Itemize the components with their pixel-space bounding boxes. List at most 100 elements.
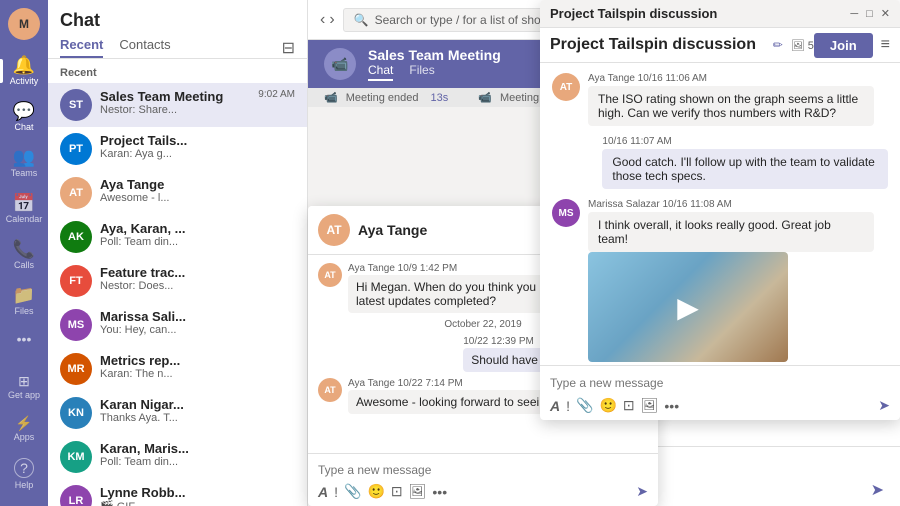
chat-list-item[interactable]: FT Feature trac... Nestor: Does... (48, 259, 307, 303)
ts-msg-meta-3: Marissa Salazar 10/16 11:08 AM (588, 199, 874, 210)
sidebar-bottom: ⊞ Get app ⚡ Apps ? Help (0, 366, 48, 506)
ts-emoji-btn[interactable]: 🙂 (599, 397, 616, 414)
tailspin-action-row: Project Tailspin discussion ✏ 🖼 5 Join ≡ (540, 28, 900, 63)
sidebar-item-label: Calendar (6, 214, 43, 224)
tailspin-chat-title: Project Tailspin discussion (550, 36, 765, 54)
more-icon: ••• (17, 332, 32, 346)
sidebar: M 🔔 Activity 💬 Chat 👥 Teams 📅 Calendar 📞… (0, 0, 48, 506)
camera-icon-2: 📹 (478, 91, 492, 104)
activity-icon: 🔔 (13, 56, 35, 74)
tailspin-minimize-button[interactable]: ─ (850, 8, 858, 20)
ts-bubble-1: The ISO rating shown on the graph seems … (588, 86, 874, 126)
sidebar-item-label: Apps (14, 432, 35, 442)
ts-msg-meta-1: Aya Tange 10/16 11:06 AM (588, 73, 874, 84)
ts-format-btn[interactable]: A (550, 398, 560, 414)
user-avatar[interactable]: M (8, 8, 40, 40)
ts-gif-btn[interactable]: ⊡ (623, 397, 635, 414)
tailspin-maximize-button[interactable]: □ (866, 8, 873, 20)
tab-contacts[interactable]: Contacts (119, 37, 170, 58)
mini-more-btn[interactable]: ••• (432, 484, 447, 500)
sidebar-item-help[interactable]: ? Help (0, 450, 48, 498)
edit-icon[interactable]: ✏ (773, 38, 783, 52)
mini-msg-avatar-1: AT (318, 263, 342, 287)
sidebar-item-teams[interactable]: 👥 Teams (0, 140, 48, 186)
meeting-ended-1: 📹 Meeting ended 13s (324, 91, 448, 104)
filter-icon[interactable]: ⊟ (282, 38, 295, 58)
tailspin-compose-input[interactable] (550, 372, 890, 394)
tailspin-menu-button[interactable]: ≡ (881, 36, 890, 54)
ts-msg-3: MS Marissa Salazar 10/16 11:08 AM I thin… (552, 199, 888, 362)
ts-image-attachment: ▶ (588, 252, 788, 362)
teams-icon: 👥 (13, 148, 35, 166)
ts-exclaim-btn[interactable]: ! (566, 398, 570, 414)
aya-avatar: AT (318, 214, 350, 246)
chat-list-item[interactable]: ST Sales Team Meeting Nestor: Share... 9… (48, 83, 307, 127)
mini-sticker-btn[interactable]: 🖼 (409, 483, 427, 500)
tailspin-compose: A ! 📎 🙂 ⊡ 🖼 ••• ➤ (540, 365, 900, 420)
ended-text-1: Meeting ended (346, 92, 419, 104)
sidebar-item-getapp[interactable]: ⊞ Get app (0, 366, 48, 408)
sidebar-item-calendar[interactable]: 📅 Calendar (0, 186, 48, 232)
back-button[interactable]: ‹ (320, 11, 325, 29)
sidebar-item-activity[interactable]: 🔔 Activity (0, 48, 48, 94)
chat-list-item[interactable]: AT Aya Tange Awesome - l... (48, 171, 307, 215)
ts-msg-meta-2: 10/16 11:07 AM (602, 136, 888, 147)
sidebar-item-chat[interactable]: 💬 Chat (0, 94, 48, 140)
mini-gif-btn[interactable]: ⊡ (391, 483, 403, 500)
help-icon: ? (14, 458, 34, 478)
sidebar-item-more[interactable]: ••• (0, 324, 48, 354)
sidebar-item-apps[interactable]: ⚡ Apps (0, 408, 48, 450)
ts-more-btn[interactable]: ••• (664, 398, 679, 414)
ts-msg-1: AT Aya Tange 10/16 11:06 AM The ISO rati… (552, 73, 888, 126)
ts-bubble-3: I think overall, it looks really good. G… (588, 212, 874, 252)
send-button[interactable]: ➤ (871, 480, 884, 500)
sidebar-item-calls[interactable]: 📞 Calls (0, 232, 48, 278)
mini-exclaim-btn[interactable]: ! (334, 484, 338, 500)
sidebar-item-label: Teams (11, 168, 38, 178)
chat-list-item[interactable]: PT Project Tails... Karan: Aya g... (48, 127, 307, 171)
ts-msg-content-3: Marissa Salazar 10/16 11:08 AM I think o… (588, 199, 874, 362)
topbar-nav: ‹ › (320, 11, 335, 29)
files-icon: 📁 (13, 286, 35, 304)
tailspin-body: AT Aya Tange 10/16 11:06 AM The ISO rati… (540, 63, 900, 365)
ts-send-button[interactable]: ➤ (878, 397, 890, 414)
search-icon: 🔍 (354, 13, 369, 27)
tab-recent[interactable]: Recent (60, 37, 103, 58)
tailspin-window: Project Tailspin discussion ─ □ ✕ Projec… (540, 0, 900, 420)
chat-list-item[interactable]: LR Lynne Robb... 🎬 GIF (48, 479, 307, 506)
mini-format-btn[interactable]: A (318, 484, 328, 500)
aya-compose-input[interactable] (318, 460, 648, 480)
chat-tabs: Recent Contacts ⊟ (60, 37, 295, 58)
recent-section-label: Recent (48, 59, 307, 83)
chat-list-item[interactable]: AK Aya, Karan, ... Poll: Team din... (48, 215, 307, 259)
chat-list-item[interactable]: MS Marissa Sali... You: Hey, can... (48, 303, 307, 347)
sidebar-item-files[interactable]: 📁 Files (0, 278, 48, 324)
chat-list-item[interactable]: KN Karan Nigar... Thanks Aya. T... (48, 391, 307, 435)
meeting-tab-files[interactable]: Files (409, 63, 434, 81)
chat-panel: Chat Recent Contacts ⊟ Recent ST Sales T… (48, 0, 308, 506)
apps-icon: ⚡ (15, 416, 32, 430)
sidebar-item-label: Help (15, 480, 34, 490)
ts-attach-btn[interactable]: 📎 (576, 397, 593, 414)
ts-msg-content-2: 10/16 11:07 AM Good catch. I'll follow u… (602, 136, 888, 189)
calendar-icon: 📅 (13, 194, 35, 212)
chat-icon: 💬 (13, 102, 35, 120)
camera-icon: 📹 (324, 91, 338, 104)
ts-avatar-3: MS (552, 199, 580, 227)
meeting-tab-chat[interactable]: Chat (368, 63, 393, 81)
join-button[interactable]: Join (814, 33, 873, 58)
forward-button[interactable]: › (329, 11, 334, 29)
ended-time-1: 13s (430, 92, 448, 104)
chat-list-item[interactable]: KM Karan, Maris... Poll: Team din... (48, 435, 307, 479)
mini-attach-btn[interactable]: 📎 (344, 483, 361, 500)
ts-sticker-btn[interactable]: 🖼 (641, 397, 659, 414)
chat-list-item[interactable]: MR Metrics rep... Karan: The n... (48, 347, 307, 391)
chat-list: ST Sales Team Meeting Nestor: Share... 9… (48, 83, 307, 506)
sidebar-item-label: Activity (10, 76, 39, 86)
participant-count: 🖼 5 (791, 39, 814, 52)
ts-msg-2: 10/16 11:07 AM Good catch. I'll follow u… (552, 136, 888, 189)
mini-emoji-btn[interactable]: 🙂 (367, 483, 384, 500)
mini-send-button[interactable]: ➤ (636, 483, 648, 500)
tailspin-close-button[interactable]: ✕ (881, 7, 890, 20)
play-icon[interactable]: ▶ (677, 291, 699, 324)
